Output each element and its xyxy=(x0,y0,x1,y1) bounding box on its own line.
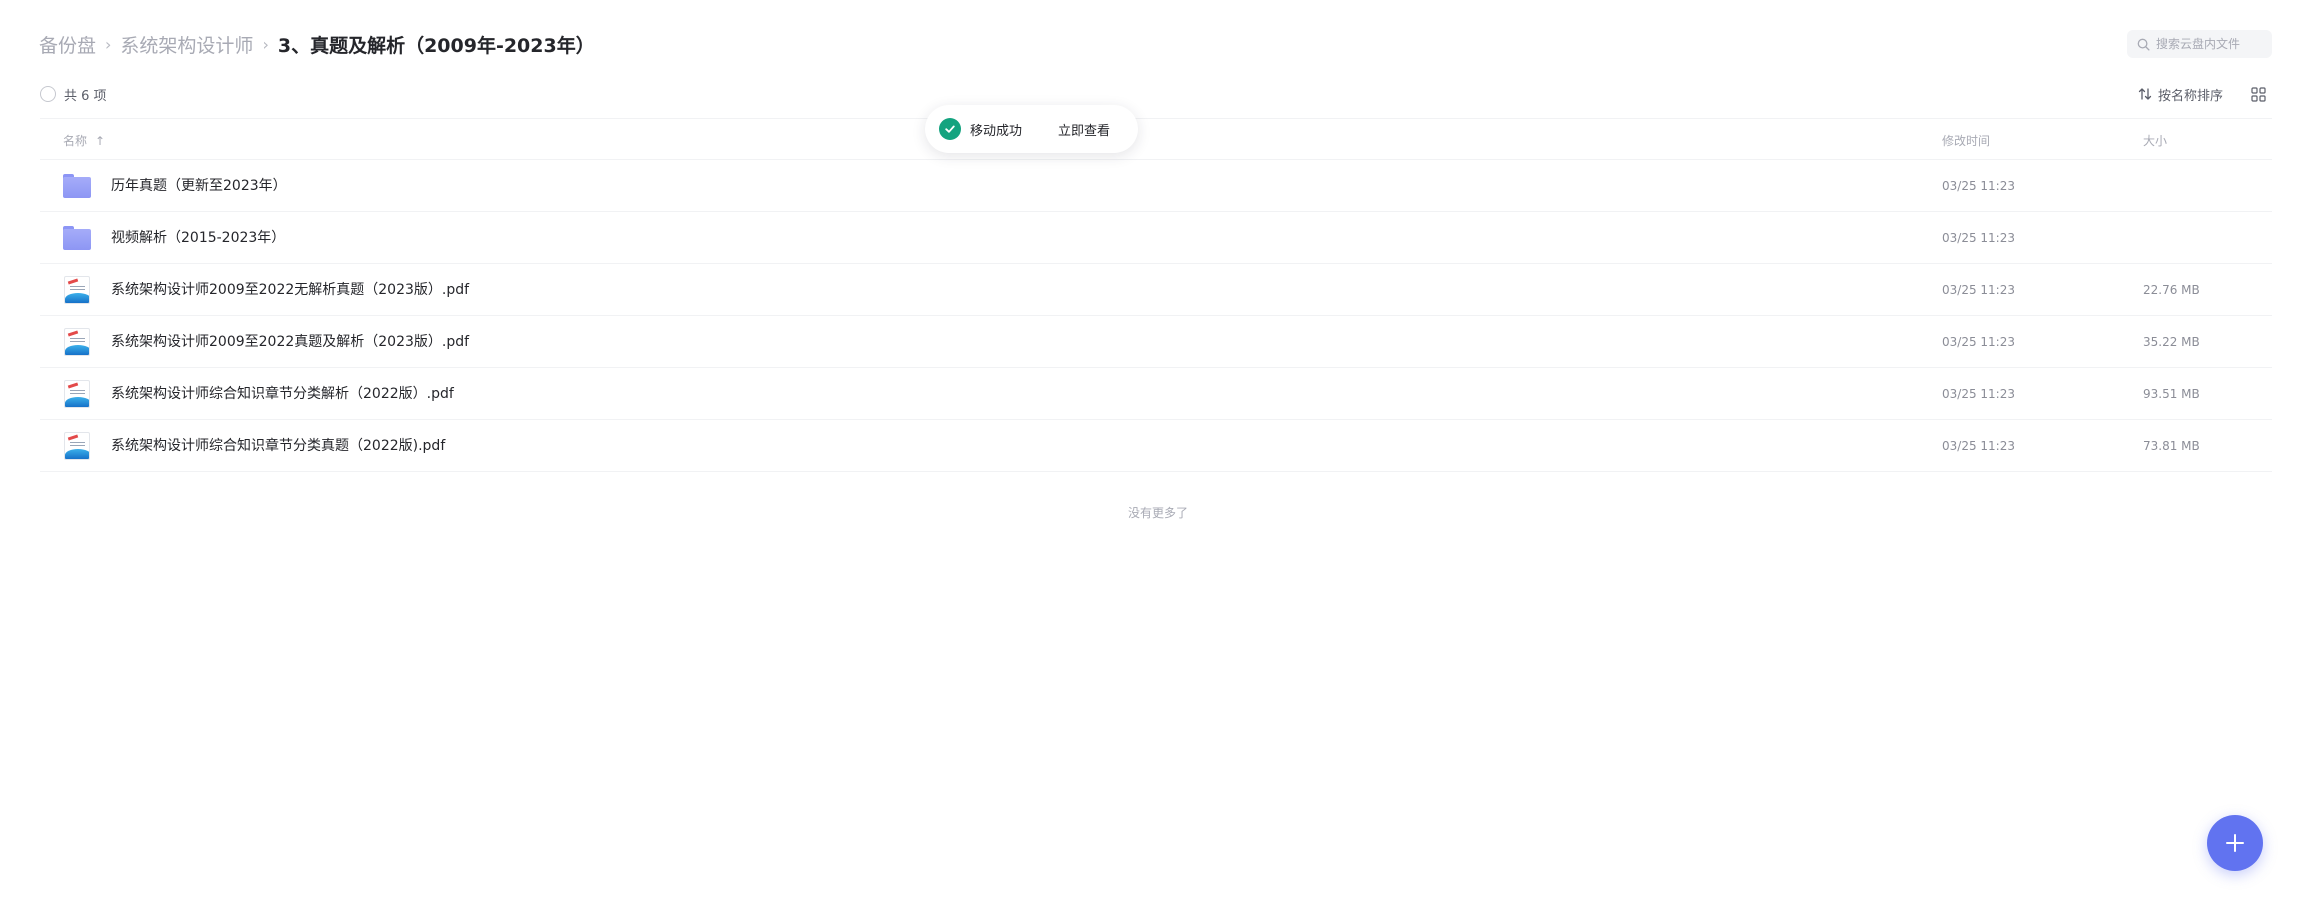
breadcrumb-item-architect[interactable]: 系统架构设计师 xyxy=(120,31,253,58)
file-size: 35.22 MB xyxy=(2143,335,2200,349)
grid-view-button[interactable] xyxy=(2248,84,2268,104)
file-name[interactable]: 系统架构设计师综合知识章节分类解析（2022版）.pdf xyxy=(111,368,454,420)
modified-time: 03/25 11:23 xyxy=(1942,439,2015,453)
select-all-checkbox[interactable] xyxy=(40,86,56,102)
column-header-time[interactable]: 修改时间 xyxy=(1942,132,1990,149)
sort-button[interactable]: 按名称排序 xyxy=(2138,84,2223,104)
page-title: 3、真题及解析（2009年-2023年） xyxy=(277,34,595,57)
item-count: 共 6 项 xyxy=(64,88,107,104)
file-size: 73.81 MB xyxy=(2143,439,2200,453)
file-size: 93.51 MB xyxy=(2143,387,2200,401)
breadcrumb: 备份盘 › 系统架构设计师 › 3、真题及解析（2009年-2023年） xyxy=(39,29,595,59)
pdf-thumbnail-icon xyxy=(63,276,91,304)
folder-icon xyxy=(63,172,91,200)
breadcrumb-separator: › xyxy=(262,34,269,54)
modified-time: 03/25 11:23 xyxy=(1942,387,2015,401)
pdf-thumbnail-icon xyxy=(63,380,91,408)
sort-arrows-icon xyxy=(2138,88,2152,100)
table-row[interactable]: 历年真题（更新至2023年） 03/25 11:23 xyxy=(40,160,2272,212)
success-toast: 移动成功 立即查看 xyxy=(925,105,1138,153)
modified-time: 03/25 11:23 xyxy=(1942,179,2015,193)
file-name[interactable]: 系统架构设计师2009至2022无解析真题（2023版）.pdf xyxy=(111,264,469,316)
file-name[interactable]: 历年真题（更新至2023年） xyxy=(111,160,287,212)
table-row[interactable]: 系统架构设计师2009至2022无解析真题（2023版）.pdf 03/25 1… xyxy=(40,264,2272,316)
file-name[interactable]: 系统架构设计师2009至2022真题及解析（2023版）.pdf xyxy=(111,316,469,368)
table-row[interactable]: 系统架构设计师综合知识章节分类解析（2022版）.pdf 03/25 11:23… xyxy=(40,368,2272,420)
view-now-button[interactable]: 立即查看 xyxy=(1058,120,1110,139)
select-all[interactable]: 共 6 项 xyxy=(40,84,107,104)
column-header-name-label: 名称 xyxy=(63,134,88,148)
grid-view-icon xyxy=(2250,86,2266,102)
table-row[interactable]: 系统架构设计师综合知识章节分类真题（2022版).pdf 03/25 11:23… xyxy=(40,420,2272,472)
file-name[interactable]: 视频解析（2015-2023年） xyxy=(111,212,285,264)
file-name[interactable]: 系统架构设计师综合知识章节分类真题（2022版).pdf xyxy=(111,420,445,472)
sort-ascending-icon: ↑ xyxy=(95,133,106,148)
column-header-size[interactable]: 大小 xyxy=(2143,132,2167,149)
pdf-thumbnail-icon xyxy=(63,432,91,460)
table-header: 名称 ↑ 修改时间 大小 xyxy=(40,118,2272,160)
table-row[interactable]: 视频解析（2015-2023年） 03/25 11:23 xyxy=(40,212,2272,264)
file-list: 历年真题（更新至2023年） 03/25 11:23 视频解析（2015-202… xyxy=(40,160,2272,472)
pdf-thumbnail-icon xyxy=(63,328,91,356)
search-input[interactable] xyxy=(2156,37,2266,51)
add-button[interactable] xyxy=(2207,815,2263,871)
sort-label: 按名称排序 xyxy=(2158,88,2224,104)
breadcrumb-separator: › xyxy=(105,34,112,54)
plus-icon xyxy=(2226,834,2244,852)
file-size: 22.76 MB xyxy=(2143,283,2200,297)
column-header-name[interactable]: 名称 ↑ xyxy=(63,132,105,149)
search-box[interactable] xyxy=(2127,30,2272,58)
modified-time: 03/25 11:23 xyxy=(1942,231,2015,245)
check-circle-icon xyxy=(939,118,961,140)
search-icon xyxy=(2137,38,2150,51)
breadcrumb-item-backup-disk[interactable]: 备份盘 xyxy=(39,31,96,58)
modified-time: 03/25 11:23 xyxy=(1942,283,2015,297)
table-row[interactable]: 系统架构设计师2009至2022真题及解析（2023版）.pdf 03/25 1… xyxy=(40,316,2272,368)
folder-icon xyxy=(63,224,91,252)
toast-message: 移动成功 xyxy=(970,123,1023,139)
modified-time: 03/25 11:23 xyxy=(1942,335,2015,349)
list-end-text: 没有更多了 xyxy=(1128,506,1189,520)
